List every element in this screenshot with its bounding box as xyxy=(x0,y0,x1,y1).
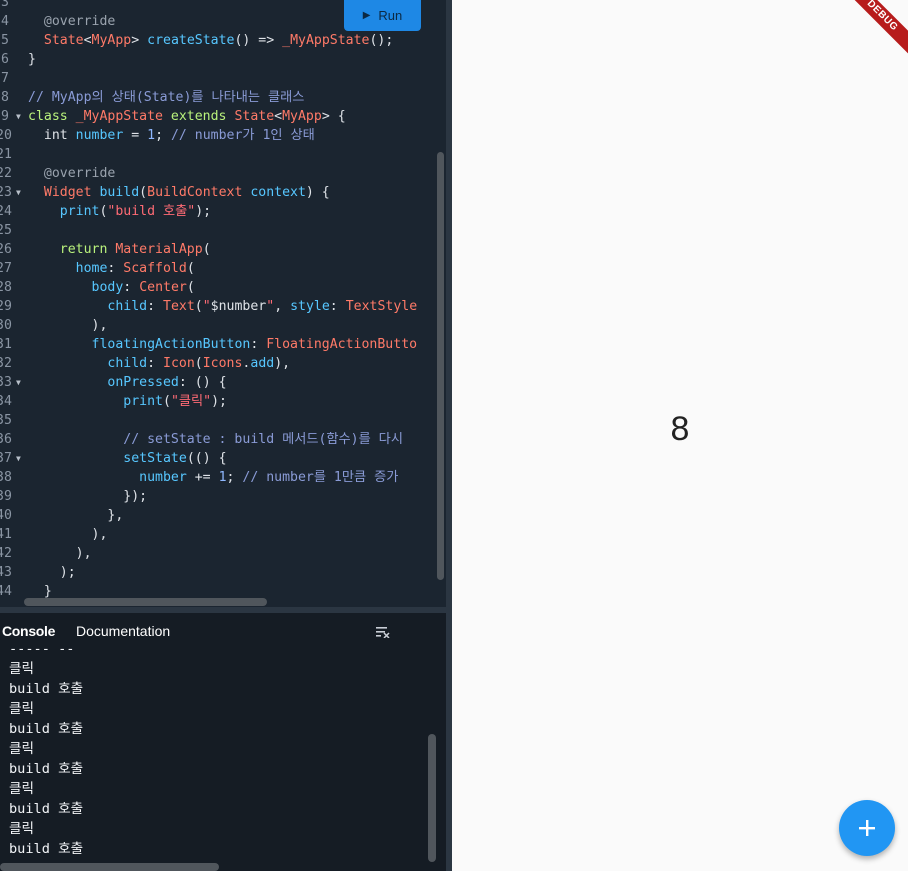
code-text: ), xyxy=(75,546,92,561)
code-text: onPressed: () { xyxy=(107,375,227,390)
console-line: 클릭 xyxy=(9,661,35,677)
line-number: 39 xyxy=(0,489,12,504)
line-number: 33 xyxy=(0,375,12,390)
console-line: 클릭 xyxy=(9,741,35,757)
plus-icon xyxy=(859,820,875,836)
line-number: 37 xyxy=(0,451,12,466)
console-line: build 호출 xyxy=(9,681,84,697)
line-number: 34 xyxy=(0,394,12,409)
code-text: child: Icon(Icons.add), xyxy=(107,356,291,371)
fold-arrow-icon[interactable]: ▼ xyxy=(16,183,21,202)
code-text: home: Scaffold( xyxy=(75,261,195,276)
code-text: ), xyxy=(91,527,108,542)
line-number: 27 xyxy=(0,261,12,276)
line-number: 21 xyxy=(0,147,12,162)
line-number: 9 xyxy=(1,109,9,124)
code-text: floatingActionButton: FloatingActionButt… xyxy=(91,337,418,352)
fold-arrow-icon[interactable]: ▼ xyxy=(16,449,21,468)
code-text: State<MyApp> createState() => _MyAppStat… xyxy=(43,33,394,48)
code-text: child: Text("$number", style: TextStyle xyxy=(107,299,418,314)
console-line: build 호출 xyxy=(9,721,84,737)
code-editor[interactable]: 34 @override 5 State<MyApp> createState()… xyxy=(0,0,446,607)
clear-console-icon[interactable] xyxy=(376,625,390,639)
fold-arrow-icon[interactable]: ▼ xyxy=(16,107,21,126)
line-number: 25 xyxy=(0,223,12,238)
line-number: 5 xyxy=(1,33,9,48)
fold-arrow-icon[interactable]: ▼ xyxy=(16,373,21,392)
line-number: 40 xyxy=(0,508,12,523)
code-text: return MaterialApp( xyxy=(59,242,211,257)
code-text: number += 1; // number를 1만큼 증가 xyxy=(139,470,399,485)
code-text: ), xyxy=(91,318,108,333)
line-number: 38 xyxy=(0,470,12,485)
run-button-label: Run xyxy=(378,8,403,23)
code-text: setState(() { xyxy=(123,451,227,466)
console-line: build 호출 xyxy=(9,801,84,817)
line-number: 8 xyxy=(1,90,9,105)
line-number: 4 xyxy=(1,14,9,29)
line-number: 28 xyxy=(0,280,12,295)
console-line: 클릭 xyxy=(9,781,35,797)
code-text: // setState : build 메서드(함수)를 다시 xyxy=(123,432,403,447)
console-line: build 호출 xyxy=(9,841,84,857)
code-text: body: Center( xyxy=(91,280,195,295)
code-text: Widget build(BuildContext context) { xyxy=(43,185,330,200)
code-text: }); xyxy=(123,489,148,504)
code-text: class _MyAppState extends State<MyApp> { xyxy=(28,109,346,124)
run-button[interactable]: ▶ Run xyxy=(344,0,421,31)
line-number: 42 xyxy=(0,546,12,561)
line-number: 7 xyxy=(1,71,9,86)
line-number: 36 xyxy=(0,432,12,447)
code-text: } xyxy=(28,52,36,67)
console-vertical-scrollbar[interactable] xyxy=(428,734,436,862)
counter-text: 8 xyxy=(670,410,690,448)
code-text: @override xyxy=(43,166,116,181)
debug-banner: DEBUG xyxy=(842,0,908,56)
console-line: 클릭 xyxy=(9,821,35,837)
editor-horizontal-scrollbar[interactable] xyxy=(24,598,267,606)
code-text: print("클릭"); xyxy=(123,394,227,409)
code-text: ); xyxy=(59,565,76,580)
editor-vertical-scrollbar[interactable] xyxy=(437,152,444,580)
line-number: 24 xyxy=(0,204,12,219)
line-number: 29 xyxy=(0,299,12,314)
line-number: 3 xyxy=(1,0,9,10)
console-horizontal-scrollbar[interactable] xyxy=(0,863,219,871)
line-number: 26 xyxy=(0,242,12,257)
floating-action-button[interactable] xyxy=(839,800,895,856)
code-text: @override xyxy=(43,14,116,29)
app-preview: DEBUG 8 xyxy=(452,0,908,871)
code-text: print("build 호출"); xyxy=(59,204,212,219)
line-number: 30 xyxy=(0,318,12,333)
line-number: 43 xyxy=(0,565,12,580)
console-line: 클릭 xyxy=(9,701,35,717)
play-icon: ▶ xyxy=(362,10,371,21)
line-number: 32 xyxy=(0,356,12,371)
line-number: 6 xyxy=(1,52,9,67)
line-number: 44 xyxy=(0,584,12,599)
code-text: int number = 1; // number가 1인 상태 xyxy=(43,128,315,143)
line-number: 22 xyxy=(0,166,12,181)
code-text: // MyApp의 상태(State)를 나타내는 클래스 xyxy=(28,90,305,105)
code-text: }, xyxy=(107,508,124,523)
line-number: 31 xyxy=(0,337,12,352)
line-number: 20 xyxy=(0,128,12,143)
tab-console[interactable]: Console xyxy=(2,623,55,639)
console-panel: Console Documentation ----- -- 클릭 build 호출… xyxy=(0,613,446,871)
tab-documentation[interactable]: Documentation xyxy=(76,623,170,639)
console-line: ----- -- xyxy=(9,641,75,657)
line-number: 23 xyxy=(0,185,12,200)
console-line: build 호출 xyxy=(9,761,84,777)
line-number: 35 xyxy=(0,413,12,428)
line-number: 41 xyxy=(0,527,12,542)
